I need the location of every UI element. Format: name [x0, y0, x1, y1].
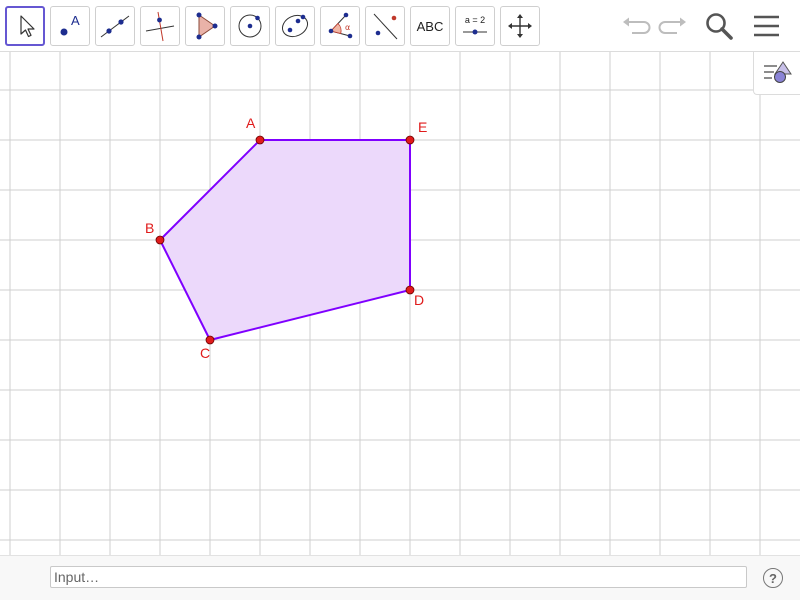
style-bar-icon	[764, 61, 792, 83]
style-bar-toggle-button[interactable]	[753, 52, 800, 95]
grid	[0, 52, 800, 555]
text-icon: ABC	[416, 18, 444, 34]
point-label-b: B	[145, 220, 154, 236]
undo-icon	[623, 17, 651, 34]
slider-icon: a = 2	[463, 15, 487, 35]
ellipse-icon	[281, 14, 309, 38]
text-tool[interactable]: ABC	[410, 6, 450, 46]
line-tool[interactable]	[95, 6, 135, 46]
point-c[interactable]	[205, 335, 215, 345]
move-graphics-view-icon	[508, 14, 532, 38]
move-arrow-icon	[20, 15, 35, 38]
perpendicular-line-tool[interactable]	[140, 6, 180, 46]
redo-button[interactable]	[655, 8, 691, 44]
redo-icon	[658, 17, 686, 34]
point-b[interactable]	[155, 235, 165, 245]
svg-text:a = 2: a = 2	[465, 15, 485, 25]
point-e[interactable]	[405, 135, 415, 145]
algebra-input-bar: ?	[0, 555, 800, 600]
point-label-e: E	[418, 119, 427, 135]
point-label-a: A	[246, 115, 256, 131]
point-a[interactable]	[255, 135, 265, 145]
circle-center-point-icon	[238, 14, 262, 38]
svg-text:α: α	[345, 23, 350, 32]
ellipse-tool[interactable]	[275, 6, 315, 46]
angle-tool[interactable]: α	[320, 6, 360, 46]
polygon-abcde[interactable]	[159, 139, 411, 341]
main-menu-button[interactable]	[748, 8, 784, 44]
input-field[interactable]	[50, 566, 747, 588]
search-button[interactable]	[701, 8, 737, 44]
reflect-tool[interactable]	[365, 6, 405, 46]
slider-tool[interactable]: a = 2	[455, 6, 495, 46]
help-button[interactable]: ?	[763, 568, 783, 588]
polygon-tool[interactable]	[185, 6, 225, 46]
reflect-line-icon	[373, 13, 398, 40]
hamburger-menu-icon	[754, 15, 779, 37]
circle-tool[interactable]	[230, 6, 270, 46]
move-graphics-view-tool[interactable]	[500, 6, 540, 46]
search-icon	[706, 13, 733, 40]
help-icon: ?	[769, 570, 777, 586]
point-label-c: C	[200, 345, 210, 361]
perpendicular-line-icon	[145, 11, 175, 42]
graphics-view[interactable]: A B C D E	[0, 52, 800, 555]
point-label-d: D	[414, 292, 424, 308]
line-icon	[100, 15, 130, 38]
angle-icon: α	[328, 12, 353, 39]
point-icon: A	[60, 13, 80, 36]
point-tool[interactable]: A	[50, 6, 90, 46]
point-d[interactable]	[405, 285, 415, 295]
svg-text:A: A	[71, 13, 80, 28]
move-tool[interactable]	[5, 6, 45, 46]
toolbar: A α ABC a = 2	[0, 0, 800, 52]
undo-button[interactable]	[618, 8, 654, 44]
polygon-icon	[196, 12, 218, 40]
